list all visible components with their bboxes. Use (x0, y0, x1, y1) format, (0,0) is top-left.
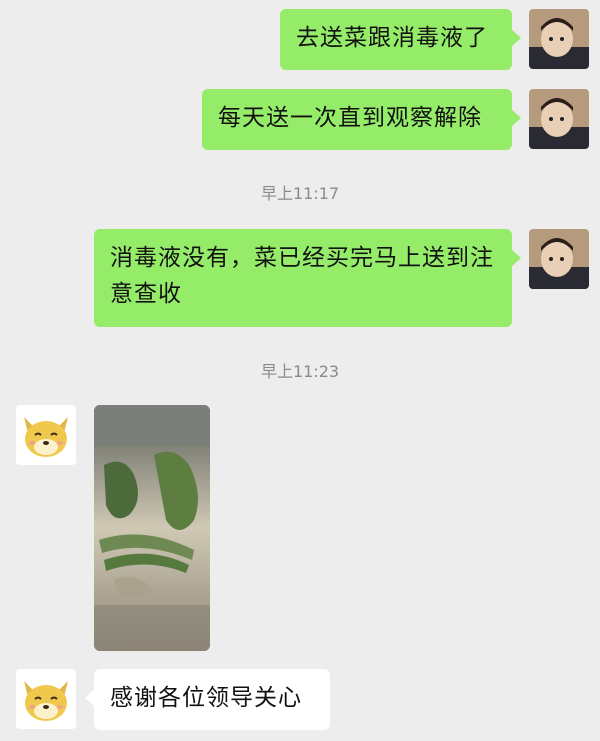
contact-avatar[interactable] (16, 405, 76, 465)
received-photo[interactable] (94, 405, 210, 651)
shiba-dog-emoji-icon (16, 669, 76, 729)
sent-message-bubble[interactable]: 消毒液没有，菜已经买完马上送到注意查收 (94, 229, 521, 327)
message-text: 每天送一次直到观察解除 (218, 105, 482, 131)
message-text: 去送菜跟消毒液了 (296, 25, 488, 51)
sent-message-bubble[interactable]: 去送菜跟消毒液了 (280, 9, 521, 70)
child-photo-avatar (529, 9, 589, 69)
child-photo-avatar (529, 89, 589, 149)
self-avatar[interactable] (529, 229, 589, 289)
shiba-dog-emoji-icon (16, 405, 76, 465)
message-text: 消毒液没有，菜已经买完马上送到注意查收 (110, 245, 494, 307)
timestamp: 早上11:23 (260, 362, 340, 381)
self-avatar[interactable] (529, 9, 589, 69)
received-message-bubble[interactable]: 感谢各位领导关心 (85, 669, 330, 730)
self-avatar[interactable] (529, 89, 589, 149)
contact-avatar[interactable] (16, 669, 76, 729)
vegetables-photo-image (94, 405, 210, 651)
child-photo-avatar (529, 229, 589, 289)
timestamp: 早上11:17 (260, 184, 340, 203)
sent-message-bubble[interactable]: 每天送一次直到观察解除 (202, 89, 521, 150)
message-text: 感谢各位领导关心 (110, 685, 302, 711)
